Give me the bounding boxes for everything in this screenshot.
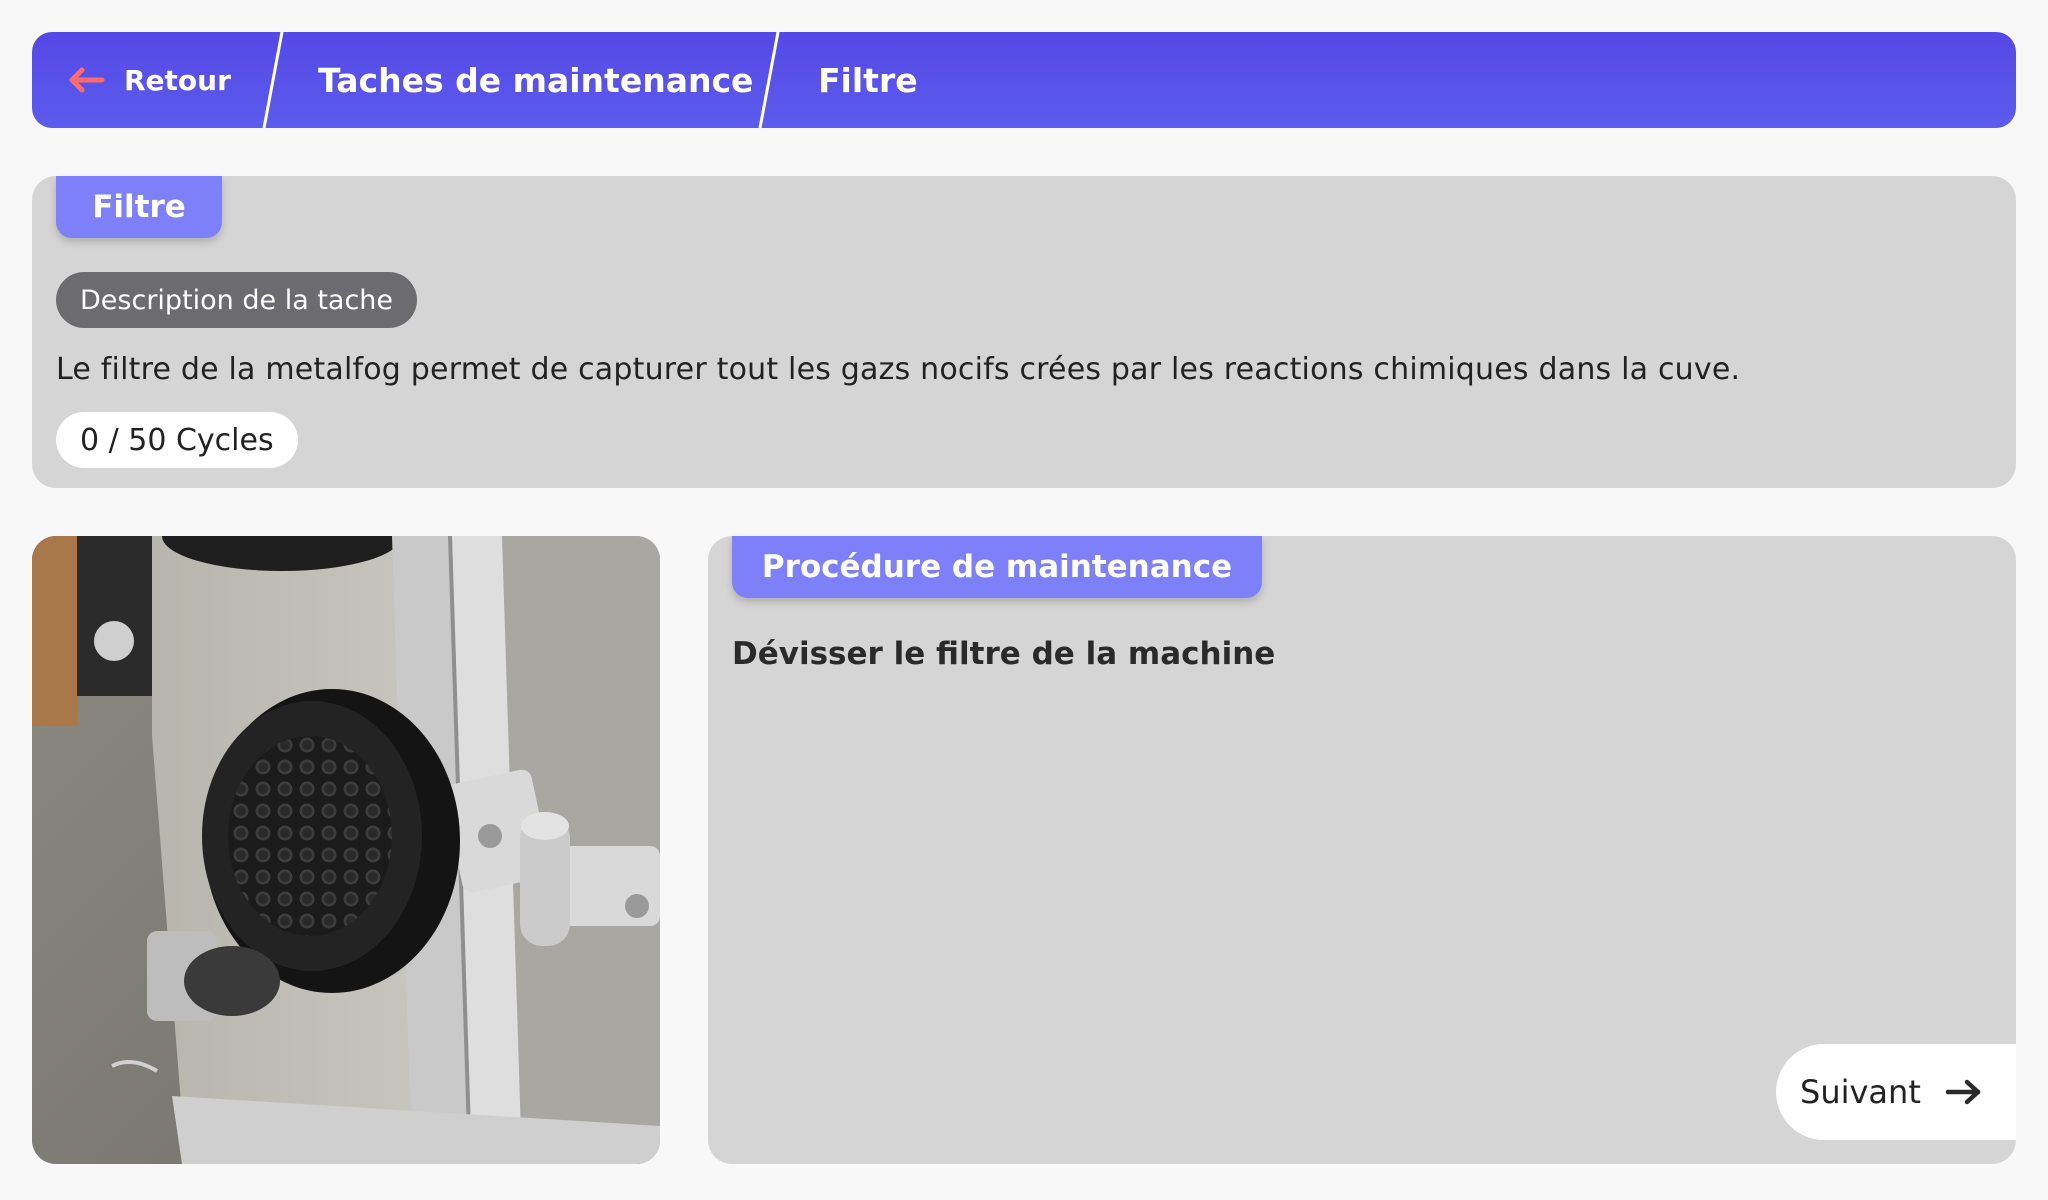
- machine-filter-photo: [32, 536, 660, 1164]
- breadcrumb: Retour Taches de maintenance Filtre: [32, 32, 2016, 128]
- back-button[interactable]: Retour: [66, 32, 231, 128]
- task-tab: Filtre: [56, 176, 222, 238]
- next-label: Suivant: [1800, 1073, 1921, 1111]
- breadcrumb-tasks-label: Taches de maintenance: [318, 60, 754, 100]
- description-header-badge: Description de la tache: [56, 272, 418, 328]
- task-card: Filtre Description de la tache Le filtre…: [32, 176, 2016, 488]
- filter-photo-image: [32, 536, 660, 1164]
- procedure-step: Dévisser le filtre de la machine: [732, 636, 1276, 672]
- breadcrumb-tasks-link[interactable]: Taches de maintenance: [318, 32, 753, 128]
- procedure-card: Procédure de maintenance Dévisser le fil…: [708, 536, 2016, 1164]
- breadcrumb-separator: [262, 32, 284, 128]
- cycles-badge: 0 / 50 Cycles: [56, 412, 298, 468]
- breadcrumb-separator: [758, 32, 780, 128]
- next-button[interactable]: Suivant: [1776, 1044, 2016, 1140]
- procedure-tab: Procédure de maintenance: [732, 536, 1262, 598]
- back-label: Retour: [124, 63, 231, 97]
- arrow-left-icon: [69, 67, 105, 93]
- task-description: Le filtre de la metalfog permet de captu…: [56, 352, 1741, 387]
- breadcrumb-current-label: Filtre: [818, 60, 918, 100]
- breadcrumb-current: Filtre: [818, 32, 918, 128]
- arrow-right-icon: [1945, 1079, 1981, 1105]
